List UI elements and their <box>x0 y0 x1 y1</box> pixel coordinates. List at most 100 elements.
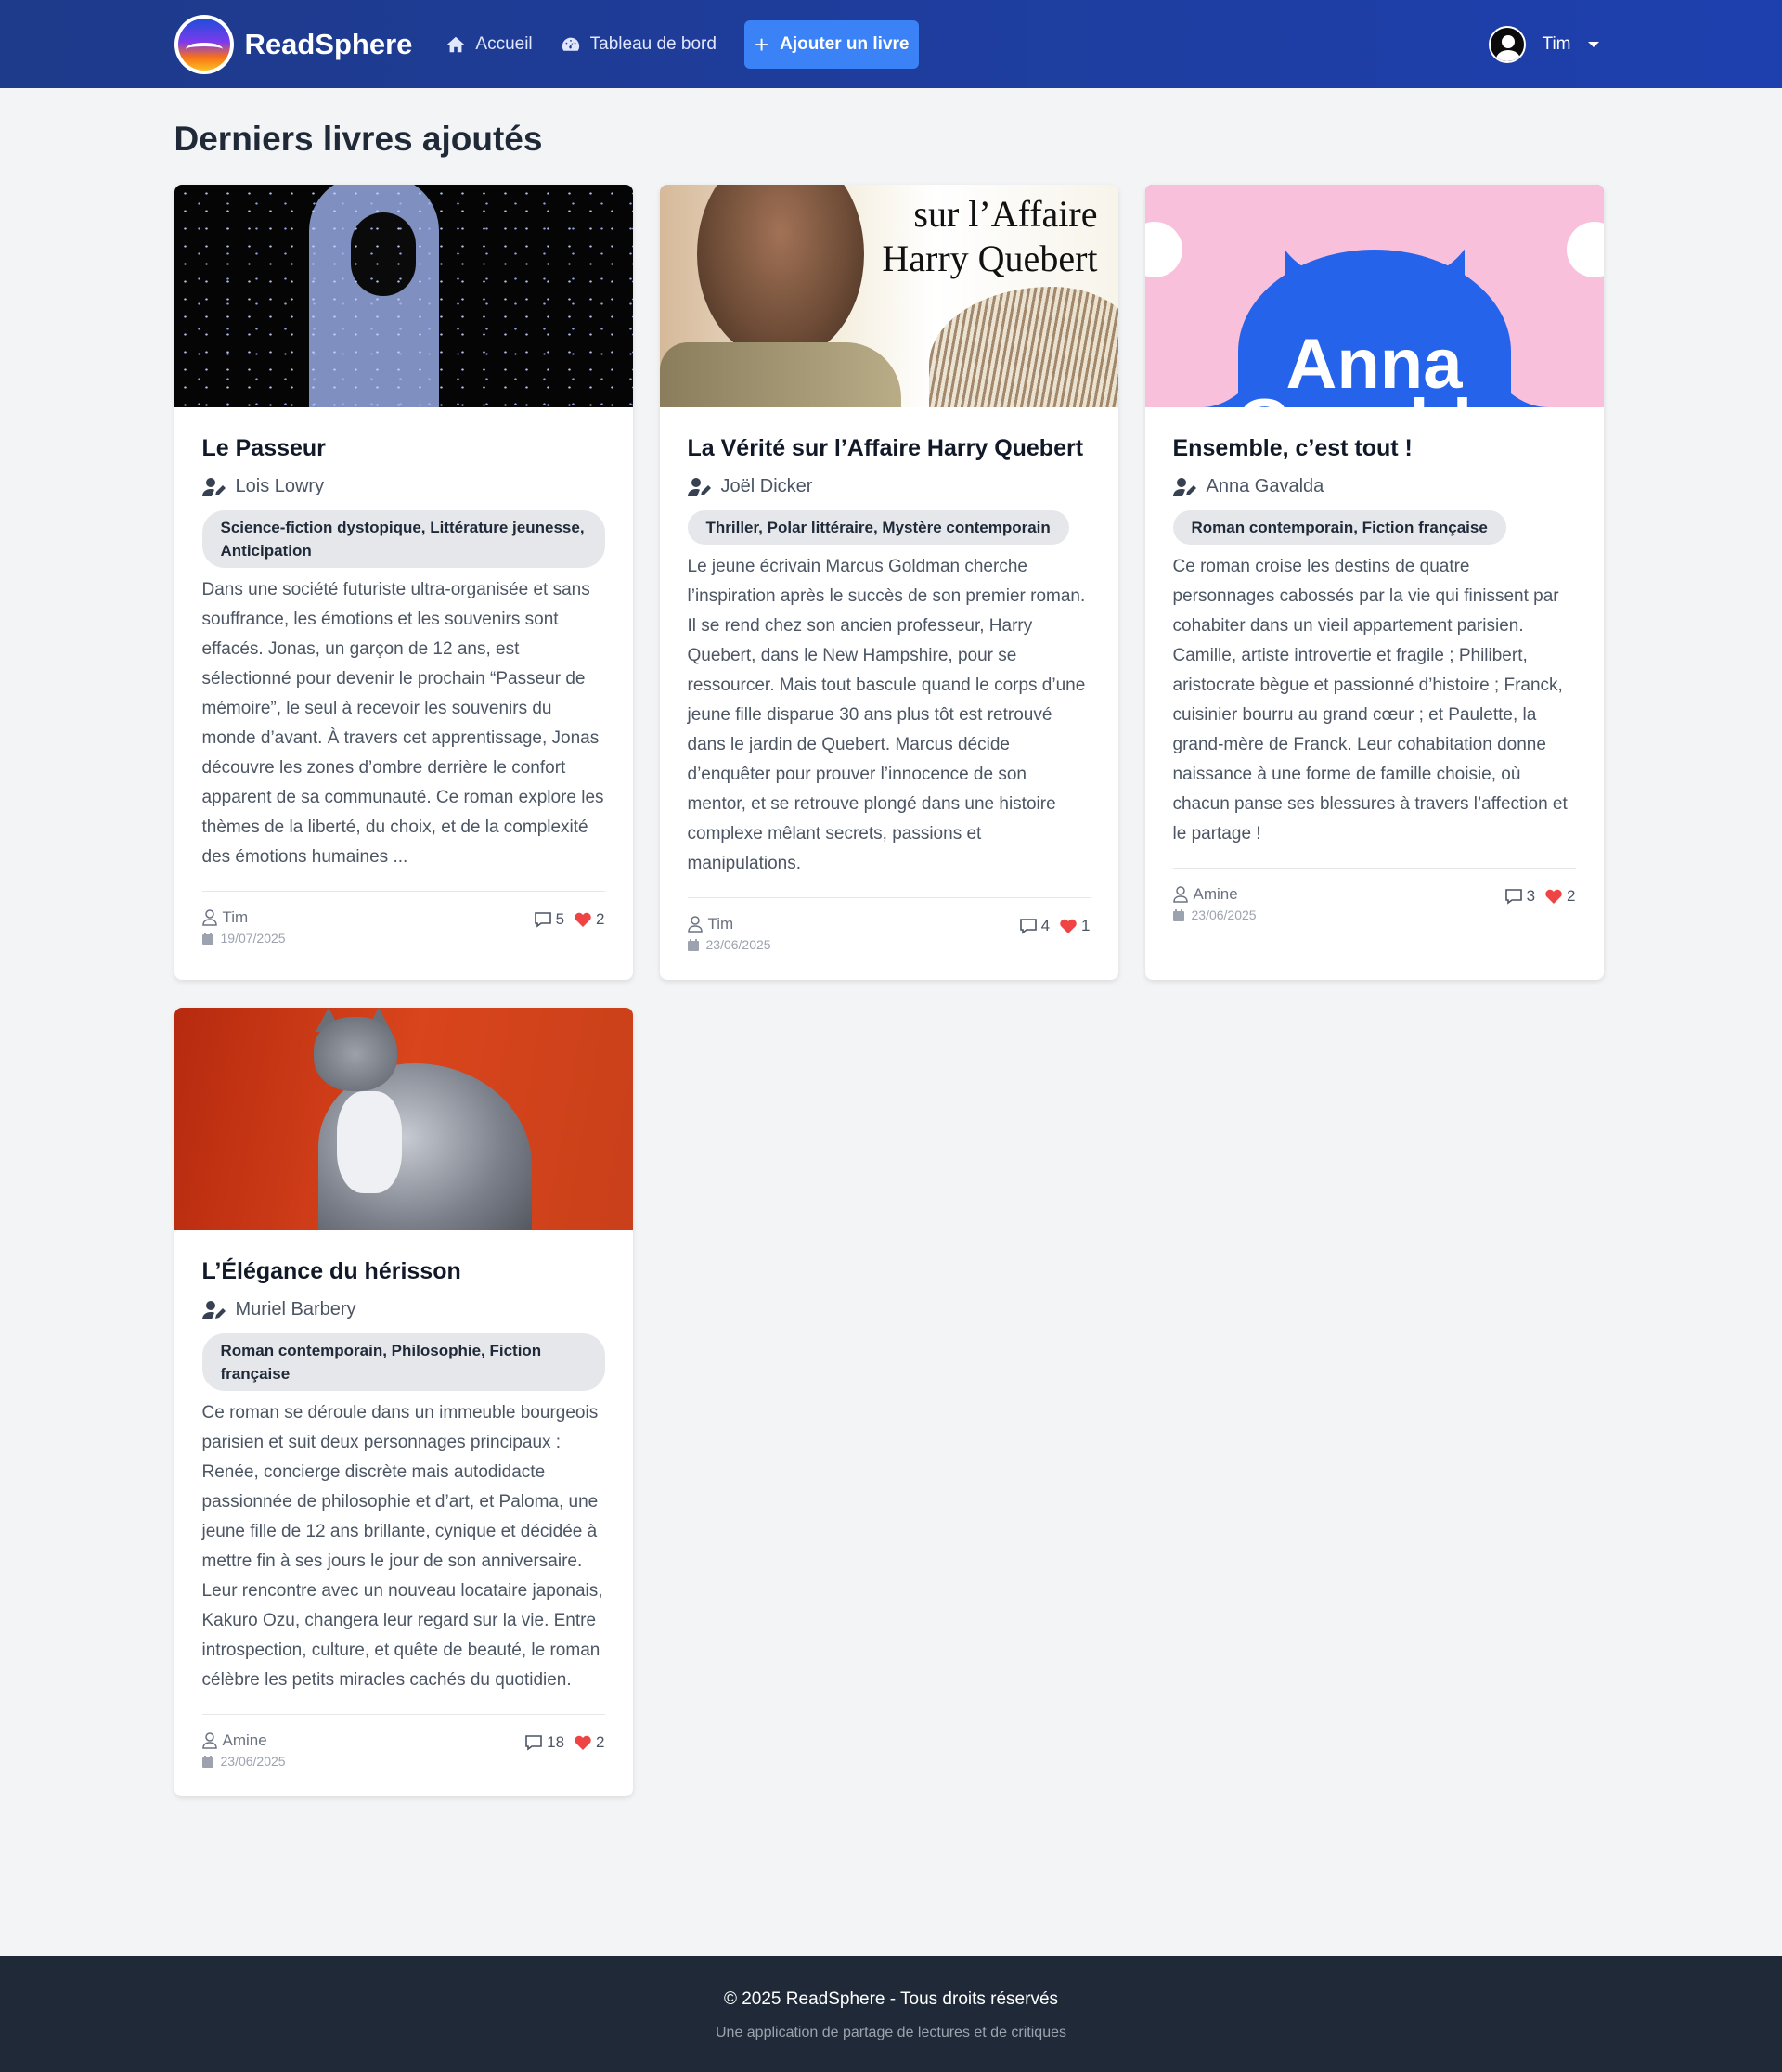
post-date-value: 23/06/2025 <box>220 1754 286 1769</box>
author-name: Anna Gavalda <box>1206 476 1324 496</box>
book-card[interactable]: L’Élégance du hérisson Muriel Barbery Ro… <box>174 1008 633 1796</box>
footer-tagline: Une application de partage de lectures e… <box>715 2025 1066 2040</box>
comment-icon <box>525 1735 542 1751</box>
posted-by: Tim <box>201 908 286 927</box>
comment-count[interactable]: 18 <box>524 1733 564 1752</box>
comment-count[interactable]: 4 <box>1019 917 1050 935</box>
nav-dashboard-link[interactable]: Tableau de bord <box>561 34 717 55</box>
book-summary: Dans une société futuriste ultra-organis… <box>201 575 605 892</box>
like-count[interactable]: 2 <box>574 910 605 929</box>
nav-home-link[interactable]: Accueil <box>446 33 533 55</box>
user-name: Tim <box>1542 33 1571 54</box>
book-title[interactable]: L’Élégance du hérisson <box>202 1258 605 1285</box>
nav-dashboard-label: Tableau de bord <box>589 33 717 54</box>
heart-icon <box>1060 919 1077 933</box>
like-count-value: 1 <box>1081 917 1091 934</box>
like-count[interactable]: 1 <box>1059 917 1091 935</box>
book-title[interactable]: La Vérité sur l’Affaire Harry Quebert <box>688 435 1091 462</box>
posted-by-name: Amine <box>1193 885 1238 903</box>
user-icon <box>687 916 703 933</box>
book-title[interactable]: Ensemble, c’est tout ! <box>1173 435 1576 462</box>
comment-count[interactable]: 5 <box>534 910 564 929</box>
heart-icon <box>575 1735 591 1750</box>
add-book-button[interactable]: + Ajouter un livre <box>743 19 920 69</box>
comment-count[interactable]: 3 <box>1504 887 1535 906</box>
heart-icon <box>1545 889 1562 904</box>
calendar-icon <box>687 938 699 951</box>
caret-down-icon <box>1587 41 1599 47</box>
like-count-value: 2 <box>596 1733 605 1751</box>
genre-badge: Roman contemporain, Philosophie, Fiction… <box>201 1333 605 1391</box>
posted-by-name: Tim <box>222 908 249 926</box>
book-summary: Ce roman croise les destins de quatre pe… <box>1172 552 1576 869</box>
book-author: Anna Gavalda <box>1172 476 1576 497</box>
like-count-value: 2 <box>1567 887 1576 905</box>
footer: © 2025 ReadSphere - Tous droits réservés… <box>0 1956 1782 2072</box>
home-icon <box>447 36 465 52</box>
comment-count-value: 3 <box>1526 887 1536 905</box>
user-pen-icon <box>201 477 226 496</box>
book-author: Muriel Barbery <box>201 1299 605 1320</box>
comment-icon <box>1019 919 1037 934</box>
genre-badge: Science-fiction dystopique, Littérature … <box>201 510 605 568</box>
book-card[interactable]: Anna Gavalda Ensemble, c’est tout ! Anna… <box>1144 185 1604 980</box>
posted-by: Amine <box>201 1731 286 1750</box>
nav-home-label: Accueil <box>475 33 533 54</box>
book-cover: Anna Gavalda <box>1144 185 1604 407</box>
book-summary: Le jeune écrivain Marcus Goldman cherche… <box>687 552 1091 898</box>
calendar-icon <box>201 1755 213 1768</box>
user-icon <box>201 909 217 926</box>
book-card[interactable]: sur l’Affaire Harry Quebert La Vérité su… <box>659 185 1118 980</box>
book-card[interactable]: Le Passeur Lois Lowry Science-fiction dy… <box>174 185 633 980</box>
posted-by: Amine <box>1172 885 1257 904</box>
author-name: Lois Lowry <box>235 476 325 496</box>
posted-by: Tim <box>687 915 771 933</box>
genre-badge: Thriller, Polar littéraire, Mystère cont… <box>687 510 1069 545</box>
add-book-label: Ajouter un livre <box>780 33 910 54</box>
book-cover <box>174 1008 633 1230</box>
heart-icon <box>575 912 591 927</box>
brand-logo <box>174 14 234 74</box>
page-title: Derniers livres ajoutés <box>174 120 543 158</box>
like-count[interactable]: 2 <box>574 1733 605 1752</box>
like-count[interactable]: 2 <box>1544 887 1576 906</box>
post-date: 23/06/2025 <box>687 937 771 952</box>
brand-name: ReadSphere <box>244 27 413 60</box>
navbar: ReadSphere Accueil Tableau de bord + Ajo… <box>0 0 1782 88</box>
post-date: 19/07/2025 <box>201 931 286 946</box>
author-name: Joël Dicker <box>720 476 813 496</box>
cover-text-line: Harry Quebert <box>882 238 1098 279</box>
user-icon <box>201 1732 217 1749</box>
genre-badge: Roman contemporain, Fiction française <box>1172 510 1506 545</box>
comment-count-value: 4 <box>1040 917 1051 934</box>
user-pen-icon <box>687 477 711 496</box>
brand[interactable]: ReadSphere <box>174 14 413 74</box>
cover-text-line: sur l’Affaire <box>913 193 1098 235</box>
user-icon <box>1172 886 1188 903</box>
avatar <box>1488 25 1526 63</box>
user-pen-icon <box>1172 477 1196 496</box>
calendar-icon <box>1172 908 1184 921</box>
book-cover: sur l’Affaire Harry Quebert <box>659 185 1118 407</box>
post-date-value: 23/06/2025 <box>705 937 771 952</box>
post-date-value: 19/07/2025 <box>220 931 286 946</box>
calendar-icon <box>201 932 213 945</box>
user-menu[interactable]: Tim <box>1488 25 1599 63</box>
posted-by-name: Amine <box>222 1731 267 1749</box>
comment-count-value: 5 <box>555 910 565 928</box>
author-name: Muriel Barbery <box>235 1299 356 1319</box>
user-pen-icon <box>201 1300 226 1319</box>
book-author: Lois Lowry <box>201 476 605 497</box>
cover-text-line: Gavalda <box>1145 384 1604 407</box>
post-date: 23/06/2025 <box>201 1754 286 1769</box>
post-date-value: 23/06/2025 <box>1191 907 1257 922</box>
book-title[interactable]: Le Passeur <box>202 435 605 462</box>
footer-copyright: © 2025 ReadSphere - Tous droits réservés <box>723 1989 1059 2009</box>
main-content: Derniers livres ajoutés Le Passeur Lois … <box>174 88 1608 1796</box>
like-count-value: 2 <box>596 910 605 928</box>
gauge-icon <box>562 37 579 51</box>
plus-icon: + <box>754 30 769 58</box>
book-grid: Le Passeur Lois Lowry Science-fiction dy… <box>174 185 1608 1796</box>
comment-icon <box>534 912 551 928</box>
post-date: 23/06/2025 <box>1172 907 1257 922</box>
